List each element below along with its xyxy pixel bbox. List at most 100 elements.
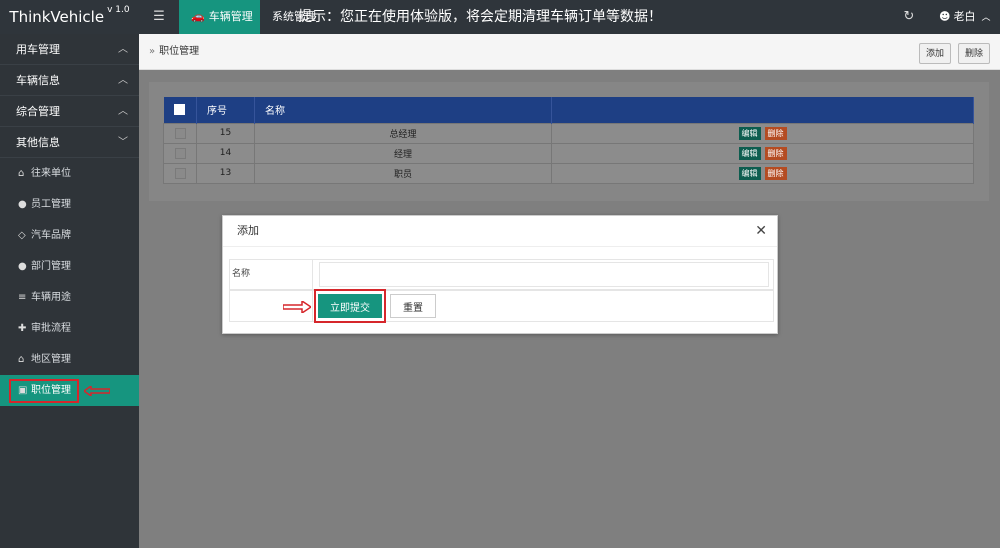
row-checkbox[interactable] bbox=[174, 147, 186, 159]
brand-version: v 1.0 bbox=[107, 5, 130, 15]
row-select-cell bbox=[163, 122, 197, 144]
table-panel: 序号 名称 15 总经理 编辑 删除 14 经理 编辑 删除 13 职员 编辑 … bbox=[149, 82, 989, 201]
row-delete-button[interactable]: 删除 bbox=[764, 146, 787, 160]
sidebar-item-label: 部门管理 bbox=[31, 261, 71, 272]
sidebar-item-label: 审批流程 bbox=[31, 323, 71, 334]
add-dialog: 添加 ✕ 名称 立即提交 重置 bbox=[222, 215, 778, 334]
sidebar-group-label: 综合管理 bbox=[16, 105, 60, 118]
chevron-up-icon: ︿ bbox=[118, 106, 128, 117]
sidebar-item-label: 汽车品牌 bbox=[31, 230, 71, 241]
chevron-up-icon: ︿ bbox=[981, 13, 991, 23]
column-header-name: 名称 bbox=[254, 97, 552, 123]
brand[interactable]: ThinkVehicle v 1.0 bbox=[0, 0, 139, 34]
menu-icon[interactable]: ☰ bbox=[146, 0, 172, 34]
car-icon: 🚗 bbox=[191, 10, 205, 23]
reset-button[interactable]: 重置 bbox=[390, 294, 436, 318]
cell-id: 14 bbox=[196, 142, 255, 164]
cell-actions: 编辑 删除 bbox=[551, 142, 974, 164]
sidebar: 用车管理 ︿ 车辆信息 ︿ 综合管理 ︿ 其他信息 ﹀ ⌂ 往来单位 ● 员工管理 ◇ 汽车品… bbox=[0, 34, 139, 548]
tab-label: 车辆管理 bbox=[208, 10, 253, 23]
arrow-right-icon bbox=[283, 301, 311, 313]
double-chevron-icon: » bbox=[149, 46, 156, 57]
positions-table: 序号 名称 15 总经理 编辑 删除 14 经理 编辑 删除 13 职员 编辑 … bbox=[163, 97, 974, 184]
row-select-cell bbox=[163, 142, 197, 164]
chevron-down-icon: ﹀ bbox=[118, 137, 128, 148]
close-icon[interactable]: ✕ bbox=[755, 216, 767, 247]
chevron-up-icon: ︿ bbox=[118, 75, 128, 86]
cell-actions: 编辑 删除 bbox=[551, 162, 974, 184]
column-header-id: 序号 bbox=[196, 97, 255, 123]
sidebar-group-vehicle-info[interactable]: 车辆信息 ︿ bbox=[0, 65, 139, 96]
breadcrumb-bar: » 职位管理 添加 删除 bbox=[139, 34, 1000, 70]
table-row: 14 经理 编辑 删除 bbox=[163, 142, 974, 164]
bank-icon: ⌂ bbox=[18, 168, 25, 179]
home-icon: ⌂ bbox=[18, 354, 25, 365]
sidebar-item-label: 车辆用途 bbox=[31, 292, 71, 303]
sidebar-group-other[interactable]: 其他信息 ﹀ bbox=[0, 127, 139, 158]
row-delete-button[interactable]: 删除 bbox=[764, 166, 787, 180]
chevron-up-icon: ︿ bbox=[118, 44, 128, 55]
diamond-icon: ◇ bbox=[18, 230, 26, 241]
add-button[interactable]: 添加 bbox=[919, 43, 952, 64]
cell-id: 15 bbox=[196, 122, 255, 144]
edit-button[interactable]: 编辑 bbox=[738, 146, 761, 160]
brand-name: ThinkVehicle bbox=[9, 8, 105, 26]
sidebar-item-label: 往来单位 bbox=[31, 168, 71, 179]
breadcrumb-current: 职位管理 bbox=[159, 46, 200, 57]
divider bbox=[312, 291, 313, 321]
sidebar-item-approval-flow[interactable]: ✚ 审批流程 bbox=[0, 313, 139, 344]
highlight-box bbox=[9, 379, 79, 403]
sidebar-group-label: 其他信息 bbox=[16, 136, 60, 149]
users-icon: ● bbox=[18, 261, 27, 272]
user-icon: ● bbox=[18, 199, 27, 210]
name-input[interactable] bbox=[319, 262, 769, 287]
sidebar-item-partners[interactable]: ⌂ 往来单位 bbox=[0, 158, 139, 189]
cell-name: 职员 bbox=[254, 162, 552, 184]
tab-vehicle-management[interactable]: 🚗 车辆管理 bbox=[179, 0, 260, 34]
sidebar-group-vehicle-use[interactable]: 用车管理 ︿ bbox=[0, 34, 139, 65]
row-checkbox[interactable] bbox=[174, 127, 186, 139]
sidebar-item-employees[interactable]: ● 员工管理 bbox=[0, 189, 139, 220]
table-row: 15 总经理 编辑 删除 bbox=[163, 122, 974, 144]
cell-name: 经理 bbox=[254, 142, 552, 164]
sidebar-group-general[interactable]: 综合管理 ︿ bbox=[0, 96, 139, 127]
arrow-left-icon bbox=[84, 386, 110, 396]
edit-button[interactable]: 编辑 bbox=[738, 166, 761, 180]
sidebar-item-departments[interactable]: ● 部门管理 bbox=[0, 251, 139, 282]
edit-button[interactable]: 编辑 bbox=[738, 126, 761, 140]
row-select-cell bbox=[163, 162, 197, 184]
cell-actions: 编辑 删除 bbox=[551, 122, 974, 144]
sidebar-item-label: 员工管理 bbox=[31, 199, 71, 210]
puzzle-icon: ✚ bbox=[18, 323, 27, 334]
list-icon: ≡ bbox=[18, 292, 27, 303]
divider bbox=[312, 260, 313, 289]
sidebar-item-positions[interactable]: ▣ 职位管理 bbox=[0, 375, 139, 406]
breadcrumb: » 职位管理 bbox=[149, 34, 199, 70]
refresh-icon[interactable]: ↻ bbox=[900, 0, 918, 34]
cell-name: 总经理 bbox=[254, 122, 552, 144]
sidebar-group-label: 车辆信息 bbox=[16, 74, 60, 87]
form-row-actions: 立即提交 重置 bbox=[229, 289, 774, 323]
user-icon: ☻ bbox=[939, 10, 951, 23]
row-checkbox[interactable] bbox=[174, 167, 186, 179]
form-row-name: 名称 bbox=[229, 259, 774, 290]
top-header: ThinkVehicle v 1.0 ☰ 🚗 车辆管理 系统管理 提示：您正在使用体… bbox=[0, 0, 1000, 34]
notice-banner: 提示：您正在使用体验版，将会定期清理车辆订单等数据！ bbox=[298, 9, 662, 25]
name-label: 名称 bbox=[232, 269, 251, 279]
sidebar-item-car-brands[interactable]: ◇ 汽车品牌 bbox=[0, 220, 139, 251]
select-all-checkbox[interactable] bbox=[173, 104, 185, 115]
column-header-actions bbox=[551, 97, 974, 123]
user-menu[interactable]: ☻ 老白 ︿ bbox=[939, 0, 990, 34]
select-all-cell bbox=[163, 97, 197, 123]
cell-id: 13 bbox=[196, 162, 255, 184]
sidebar-item-vehicle-purpose[interactable]: ≡ 车辆用途 bbox=[0, 282, 139, 313]
user-name: 老白 bbox=[953, 10, 976, 23]
sidebar-group-label: 用车管理 bbox=[16, 43, 60, 56]
submit-button[interactable]: 立即提交 bbox=[318, 294, 382, 318]
table-row: 13 职员 编辑 删除 bbox=[163, 162, 974, 184]
dialog-title: 添加 bbox=[223, 216, 777, 247]
delete-button[interactable]: 删除 bbox=[958, 43, 991, 64]
sidebar-item-label: 地区管理 bbox=[31, 354, 71, 365]
row-delete-button[interactable]: 删除 bbox=[764, 126, 787, 140]
sidebar-item-regions[interactable]: ⌂ 地区管理 bbox=[0, 344, 139, 375]
